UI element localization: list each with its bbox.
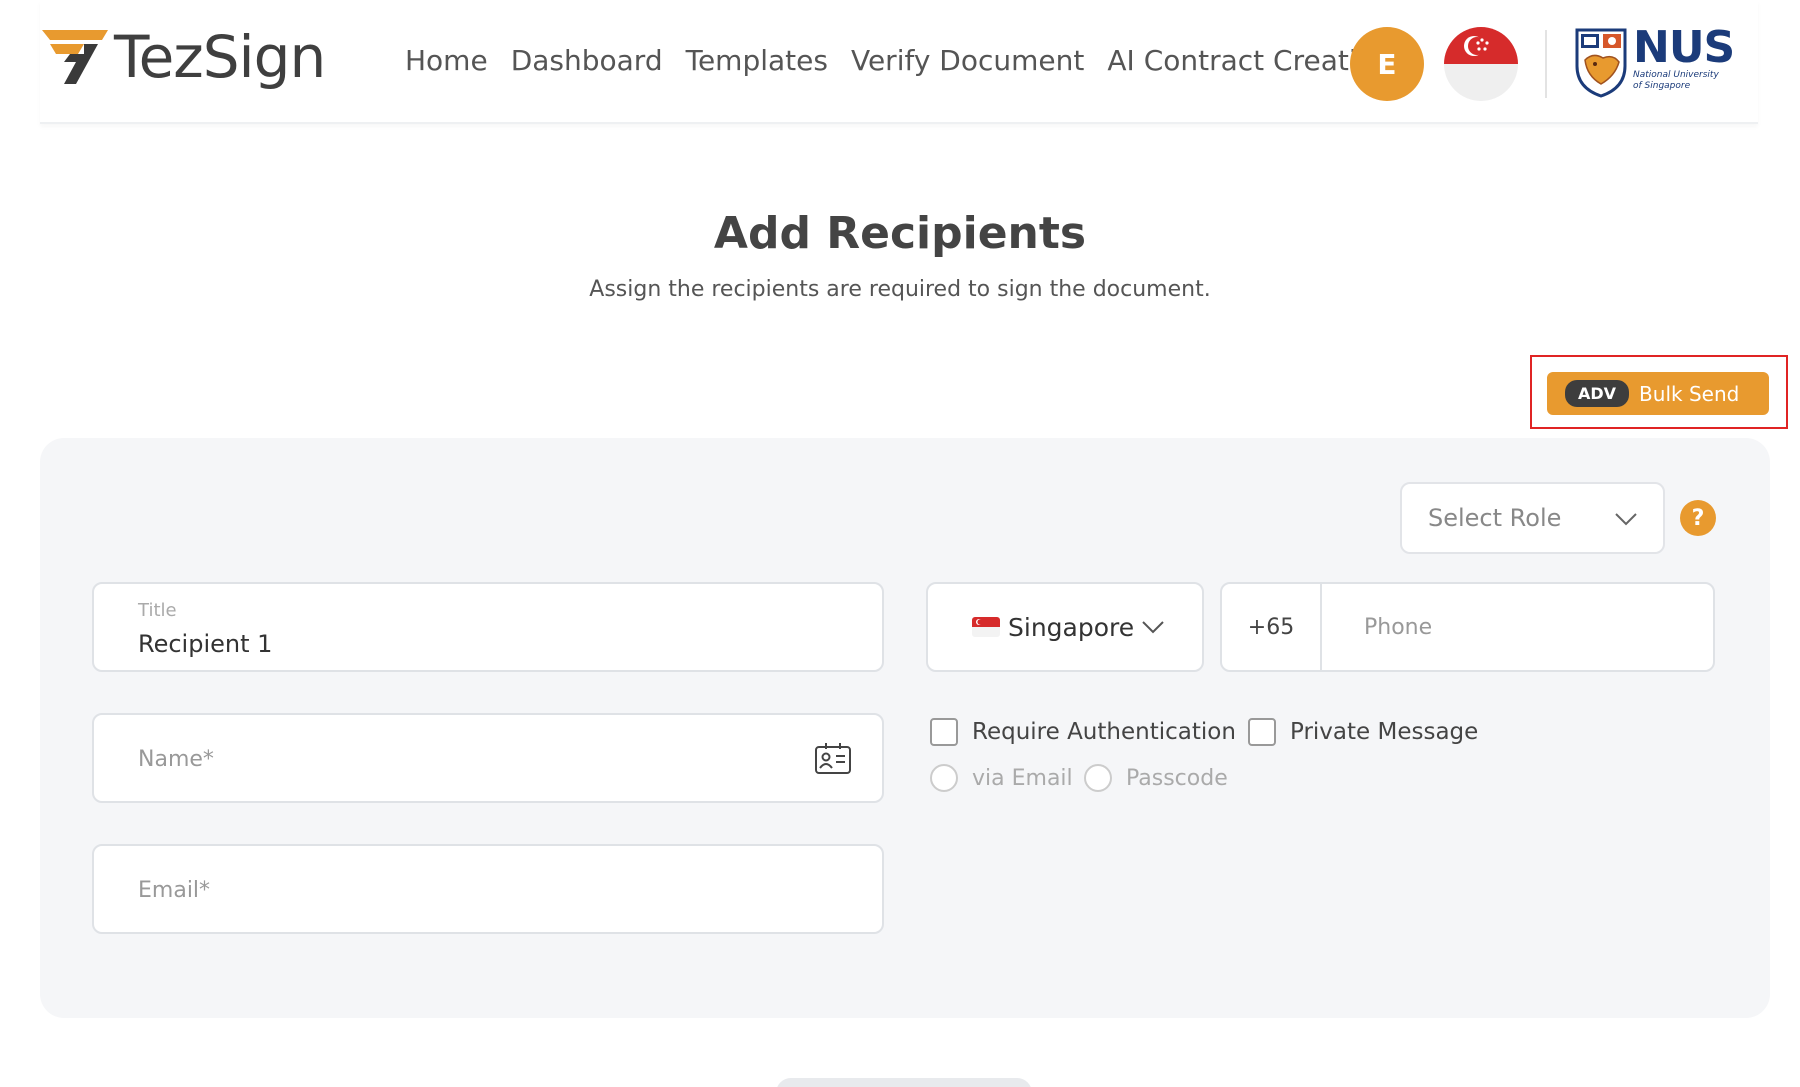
require-authentication-label: Require Authentication — [972, 719, 1236, 745]
nus-name: NUS — [1633, 22, 1735, 73]
sg-flag-icon — [1444, 27, 1518, 101]
private-message-label: Private Message — [1290, 719, 1479, 745]
bulk-send-label: Bulk Send — [1639, 381, 1740, 406]
name-field[interactable]: Name* — [92, 713, 884, 803]
email-field[interactable]: Email* — [92, 844, 884, 934]
title-field[interactable]: Title Recipient 1 — [92, 582, 884, 672]
private-message-checkbox[interactable] — [1248, 718, 1276, 746]
nav-verify-document[interactable]: Verify Document — [851, 44, 1084, 77]
private-message-option[interactable]: Private Message — [1248, 718, 1478, 746]
brand-name: TezSign — [114, 23, 326, 91]
language-flag-button[interactable] — [1444, 27, 1518, 101]
nus-crest — [1575, 28, 1627, 98]
header-divider — [1545, 30, 1547, 98]
bulk-send-button[interactable]: ADV Bulk Send — [1547, 372, 1769, 415]
nus-subtitle-line2: of Singapore — [1633, 81, 1691, 91]
page-title: Add Recipients — [713, 208, 1087, 259]
chevron-down-icon — [1615, 513, 1637, 526]
require-authentication-option[interactable]: Require Authentication — [930, 718, 1236, 746]
dial-code[interactable]: +65 — [1222, 584, 1322, 670]
nav-dashboard[interactable]: Dashboard — [511, 44, 663, 77]
select-role-dropdown[interactable]: Select Role — [1400, 482, 1665, 554]
nus-logo: NUS National University of Singapore — [1573, 22, 1735, 98]
auth-via-email-option[interactable]: via Email — [930, 764, 1073, 792]
country-name: Singapore — [1008, 612, 1135, 642]
passcode-label: Passcode — [1126, 765, 1228, 791]
nav-home[interactable]: Home — [405, 44, 488, 77]
page-subtitle: Assign the recipients are required to si… — [589, 277, 1211, 302]
auth-passcode-option[interactable]: Passcode — [1084, 764, 1228, 792]
title-field-label: Title — [138, 600, 177, 621]
name-placeholder: Name* — [138, 747, 214, 772]
via-email-radio[interactable] — [930, 764, 958, 792]
user-avatar[interactable]: E — [1350, 27, 1424, 101]
email-placeholder: Email* — [138, 878, 211, 903]
select-role-placeholder: Select Role — [1428, 504, 1562, 532]
contact-card-icon[interactable] — [814, 741, 852, 775]
nav-ai-contract-creation[interactable]: AI Contract Creation — [1107, 44, 1391, 77]
adv-badge: ADV — [1565, 380, 1630, 407]
title-field-value: Recipient 1 — [138, 630, 273, 658]
require-authentication-checkbox[interactable] — [930, 718, 958, 746]
sg-flag-icon — [972, 617, 1000, 637]
tezsign-logo-icon — [42, 30, 108, 84]
country-select[interactable]: Singapore — [926, 582, 1204, 672]
main-nav: Home Dashboard Templates Verify Document… — [405, 44, 1392, 77]
passcode-radio[interactable] — [1084, 764, 1112, 792]
tezsign-logo[interactable]: TezSign — [40, 23, 326, 91]
via-email-label: via Email — [972, 765, 1073, 791]
nav-templates[interactable]: Templates — [686, 44, 828, 77]
next-button-partial[interactable] — [776, 1078, 1032, 1087]
phone-input[interactable]: Phone — [1322, 584, 1713, 670]
chevron-down-icon — [1142, 621, 1164, 634]
phone-field-group: +65 Phone — [1220, 582, 1715, 672]
help-icon[interactable]: ? — [1680, 500, 1716, 536]
